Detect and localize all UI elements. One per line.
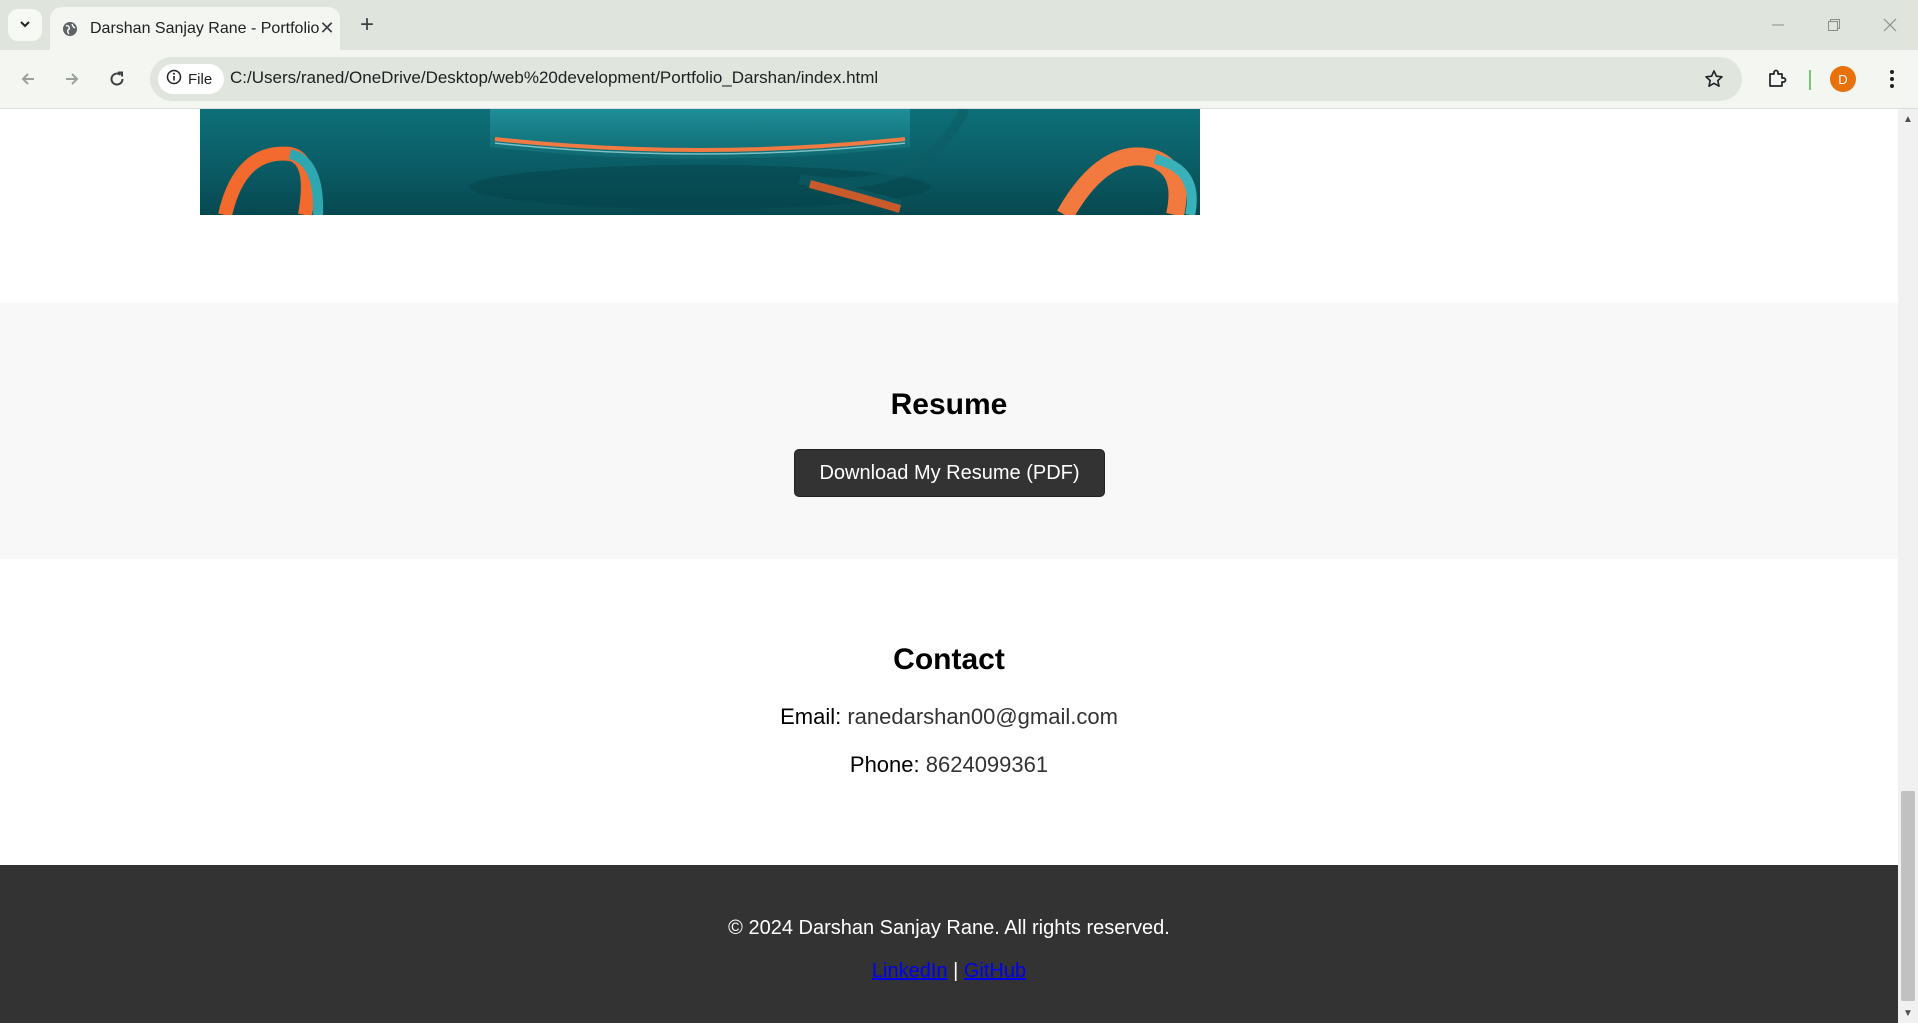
info-icon <box>166 69 182 89</box>
linkedin-link[interactable]: LinkedIn <box>872 960 948 982</box>
link-separator: | <box>953 960 959 982</box>
toolbar-divider <box>1809 70 1811 90</box>
resume-heading: Resume <box>890 388 1008 421</box>
email-label: Email: <box>780 704 842 729</box>
download-resume-button[interactable]: Download My Resume (PDF) <box>794 449 1105 497</box>
close-window-button[interactable] <box>1862 0 1918 50</box>
profile-avatar[interactable]: D <box>1827 63 1859 95</box>
close-tab-icon[interactable]: ✕ <box>319 16 334 42</box>
contact-phone: Phone: 8624099361 <box>0 752 1898 778</box>
avatar-initial: D <box>1830 66 1856 92</box>
project-image <box>200 109 1200 215</box>
phone-value[interactable]: 8624099361 <box>926 752 1048 777</box>
url-text[interactable]: C:/Users/raned/OneDrive/Desktop/web%20de… <box>230 68 878 88</box>
globe-icon <box>62 20 78 38</box>
site-info-label: File <box>188 70 213 88</box>
reload-button[interactable] <box>101 63 133 95</box>
chevron-down-icon <box>19 17 31 33</box>
address-bar[interactable]: File C:/Users/raned/OneDrive/Desktop/web… <box>150 57 1742 101</box>
extensions-puzzle-icon[interactable] <box>1761 63 1793 95</box>
tab-strip: Darshan Sanjay Rane - Portfolio ✕ + <box>0 0 1918 50</box>
resume-section: Resume Download My Resume (PDF) <box>0 303 1898 559</box>
page-viewport: Resume Download My Resume (PDF) Contact … <box>0 109 1898 1023</box>
minimize-window-button[interactable] <box>1750 0 1806 50</box>
forward-button[interactable] <box>56 63 88 95</box>
contact-heading: Contact <box>893 643 1005 676</box>
tab-search-button[interactable] <box>8 9 42 41</box>
active-tab[interactable]: Darshan Sanjay Rane - Portfolio ✕ <box>50 7 340 50</box>
scroll-up-arrow-icon[interactable]: ▲ <box>1898 109 1918 129</box>
tab-title: Darshan Sanjay Rane - Portfolio <box>90 19 320 37</box>
copyright-text: © 2024 Darshan Sanjay Rane. All rights r… <box>728 917 1170 939</box>
contact-email: Email: ranedarshan00@gmail.com <box>0 704 1898 730</box>
email-value[interactable]: ranedarshan00@gmail.com <box>847 704 1118 729</box>
bookmark-star-icon[interactable] <box>1702 67 1726 91</box>
github-link[interactable]: GitHub <box>964 960 1026 982</box>
back-button[interactable] <box>12 63 44 95</box>
browser-toolbar: File C:/Users/raned/OneDrive/Desktop/web… <box>0 50 1918 109</box>
new-tab-button[interactable]: + <box>352 10 382 40</box>
site-footer: © 2024 Darshan Sanjay Rane. All rights r… <box>0 865 1898 1023</box>
restore-window-button[interactable] <box>1806 0 1862 50</box>
page-scrollbar[interactable]: ▲ ▼ <box>1898 109 1918 1023</box>
scrollbar-thumb[interactable] <box>1901 791 1915 1001</box>
phone-label: Phone: <box>849 752 920 777</box>
scroll-down-arrow-icon[interactable]: ▼ <box>1898 1003 1918 1023</box>
site-info-chip[interactable]: File <box>158 64 225 94</box>
menu-kebab-icon[interactable] <box>1876 63 1908 95</box>
footer-links: LinkedIn | GitHub <box>0 960 1898 983</box>
